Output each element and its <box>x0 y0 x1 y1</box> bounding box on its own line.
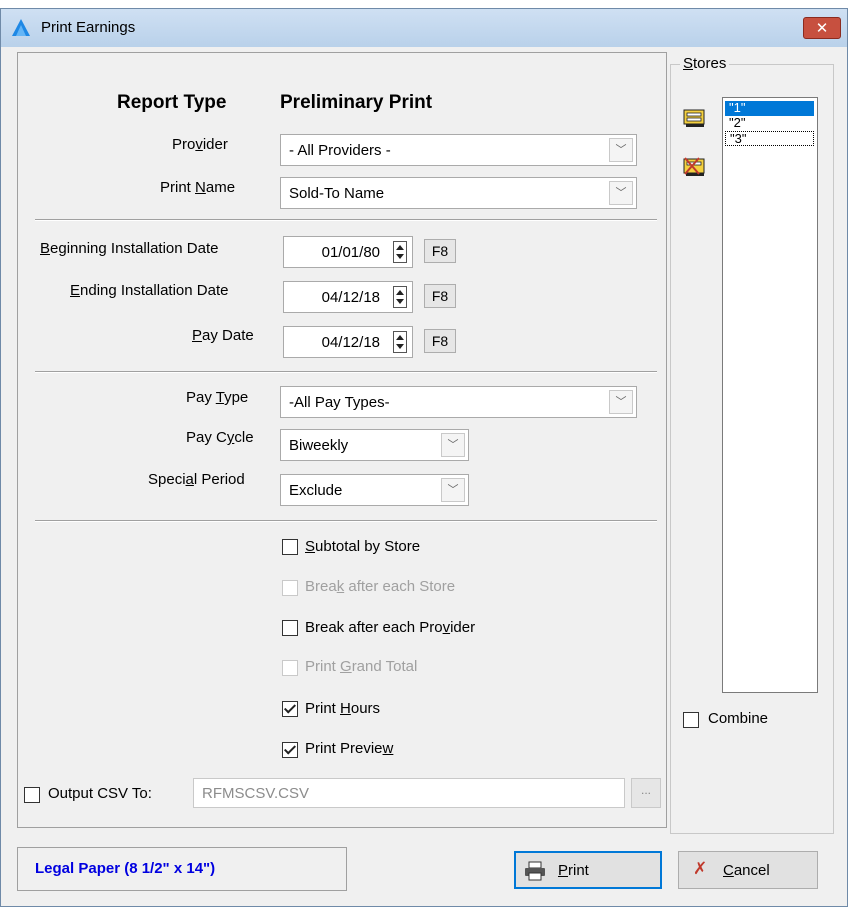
close-button[interactable]: ✕ <box>803 17 841 39</box>
print-name-label: Print Name <box>160 179 236 196</box>
subtotal-by-store-label: Subtotal by Store <box>305 538 421 555</box>
provider-select[interactable]: - All Providers - ﹀ <box>280 134 637 166</box>
spin-icon[interactable] <box>393 331 407 353</box>
print-button-label: Print <box>558 862 589 879</box>
chevron-down-icon[interactable]: ﹀ <box>441 478 465 502</box>
cancel-button[interactable]: ✗ Cancel <box>678 851 818 889</box>
store-item[interactable]: "3" <box>725 131 814 146</box>
pay-cycle-label: Pay Cycle <box>186 429 254 446</box>
print-preview-label: Print Preview <box>305 740 394 757</box>
separator <box>35 520 657 522</box>
spin-icon[interactable] <box>393 241 407 263</box>
output-csv-checkbox[interactable] <box>24 787 40 803</box>
begin-date-label: Beginning Installation Date <box>40 240 219 257</box>
window-title: Print Earnings <box>41 19 136 36</box>
end-date-f8-button[interactable]: F8 <box>424 284 456 308</box>
printer-icon <box>525 861 545 881</box>
begin-date-value: 01/01/80 <box>321 244 380 261</box>
pay-date-field[interactable]: 04/12/18 <box>283 326 413 358</box>
cancel-x-icon: ✗ <box>693 859 708 878</box>
end-date-value: 04/12/18 <box>321 289 380 306</box>
print-hours-label: Print Hours <box>305 700 381 717</box>
check-icon <box>283 742 297 755</box>
begin-date-field[interactable]: 01/01/80 <box>283 236 413 268</box>
print-hours-checkbox[interactable] <box>282 701 298 717</box>
print-button[interactable]: Print <box>514 851 662 889</box>
browse-csv-button[interactable]: ... <box>631 778 661 808</box>
end-date-field[interactable]: 04/12/18 <box>283 281 413 313</box>
csv-path-input[interactable]: RFMSCSV.CSV <box>193 778 625 808</box>
pay-date-label: Pay Date <box>192 327 254 344</box>
print-name-select[interactable]: Sold-To Name ﹀ <box>280 177 637 209</box>
break-each-provider-checkbox[interactable] <box>282 620 298 636</box>
print-grand-total-label: Print Grand Total <box>305 658 418 675</box>
app-logo-icon <box>12 19 30 36</box>
pay-cycle-value: Biweekly <box>289 437 349 454</box>
store-item[interactable]: "2" <box>725 116 814 131</box>
combine-label: Combine <box>708 710 769 727</box>
csv-path-value: RFMSCSV.CSV <box>202 785 309 802</box>
check-icon <box>283 701 297 714</box>
special-period-value: Exclude <box>289 482 343 499</box>
pay-type-select[interactable]: -All Pay Types- ﹀ <box>280 386 637 418</box>
chevron-down-icon[interactable]: ﹀ <box>609 138 633 162</box>
separator <box>35 371 657 373</box>
print-preview-checkbox[interactable] <box>282 742 298 758</box>
print-grand-total-checkbox[interactable] <box>282 660 298 676</box>
pay-type-value: -All Pay Types- <box>289 394 390 411</box>
pay-cycle-select[interactable]: Biweekly ﹀ <box>280 429 469 461</box>
pay-date-f8-button[interactable]: F8 <box>424 329 456 353</box>
break-each-store-label: Break after each Store <box>305 578 456 595</box>
close-icon: ✕ <box>815 20 829 37</box>
pay-type-label: Pay Type <box>186 389 249 406</box>
store-item[interactable]: "1" <box>725 101 814 116</box>
combine-checkbox[interactable] <box>683 712 699 728</box>
chevron-down-icon[interactable]: ﹀ <box>609 181 633 205</box>
provider-value: - All Providers - <box>289 142 391 159</box>
special-period-select[interactable]: Exclude ﹀ <box>280 474 469 506</box>
cancel-button-label: Cancel <box>723 862 770 879</box>
output-csv-label: Output CSV To: <box>48 785 152 802</box>
end-date-label: Ending Installation Date <box>70 282 229 299</box>
subtotal-by-store-checkbox[interactable] <box>282 539 298 555</box>
pay-date-value: 04/12/18 <box>321 334 380 351</box>
stores-listbox[interactable]: "1" "2" "3" <box>722 97 818 693</box>
stores-label: Stores <box>680 55 730 72</box>
break-each-store-checkbox[interactable] <box>282 580 298 596</box>
provider-label: Provider <box>172 136 228 153</box>
special-period-label: Special Period <box>148 471 245 488</box>
begin-date-f8-button[interactable]: F8 <box>424 239 456 263</box>
report-type-label: Report Type <box>117 92 227 113</box>
title-bar: Print Earnings ✕ <box>1 9 847 47</box>
break-each-provider-label: Break after each Provider <box>305 619 476 636</box>
print-name-value: Sold-To Name <box>289 185 385 202</box>
chevron-down-icon[interactable]: ﹀ <box>441 433 465 457</box>
deselect-stores-icon[interactable] <box>683 156 707 178</box>
legal-paper-label: Legal Paper (8 1/2" x 14") <box>35 860 216 877</box>
report-type-value: Preliminary Print <box>280 92 433 113</box>
spin-icon[interactable] <box>393 286 407 308</box>
select-all-stores-icon[interactable] <box>683 107 707 129</box>
separator <box>35 219 657 221</box>
legal-paper-button[interactable]: Legal Paper (8 1/2" x 14") <box>17 847 347 891</box>
chevron-down-icon[interactable]: ﹀ <box>609 390 633 414</box>
